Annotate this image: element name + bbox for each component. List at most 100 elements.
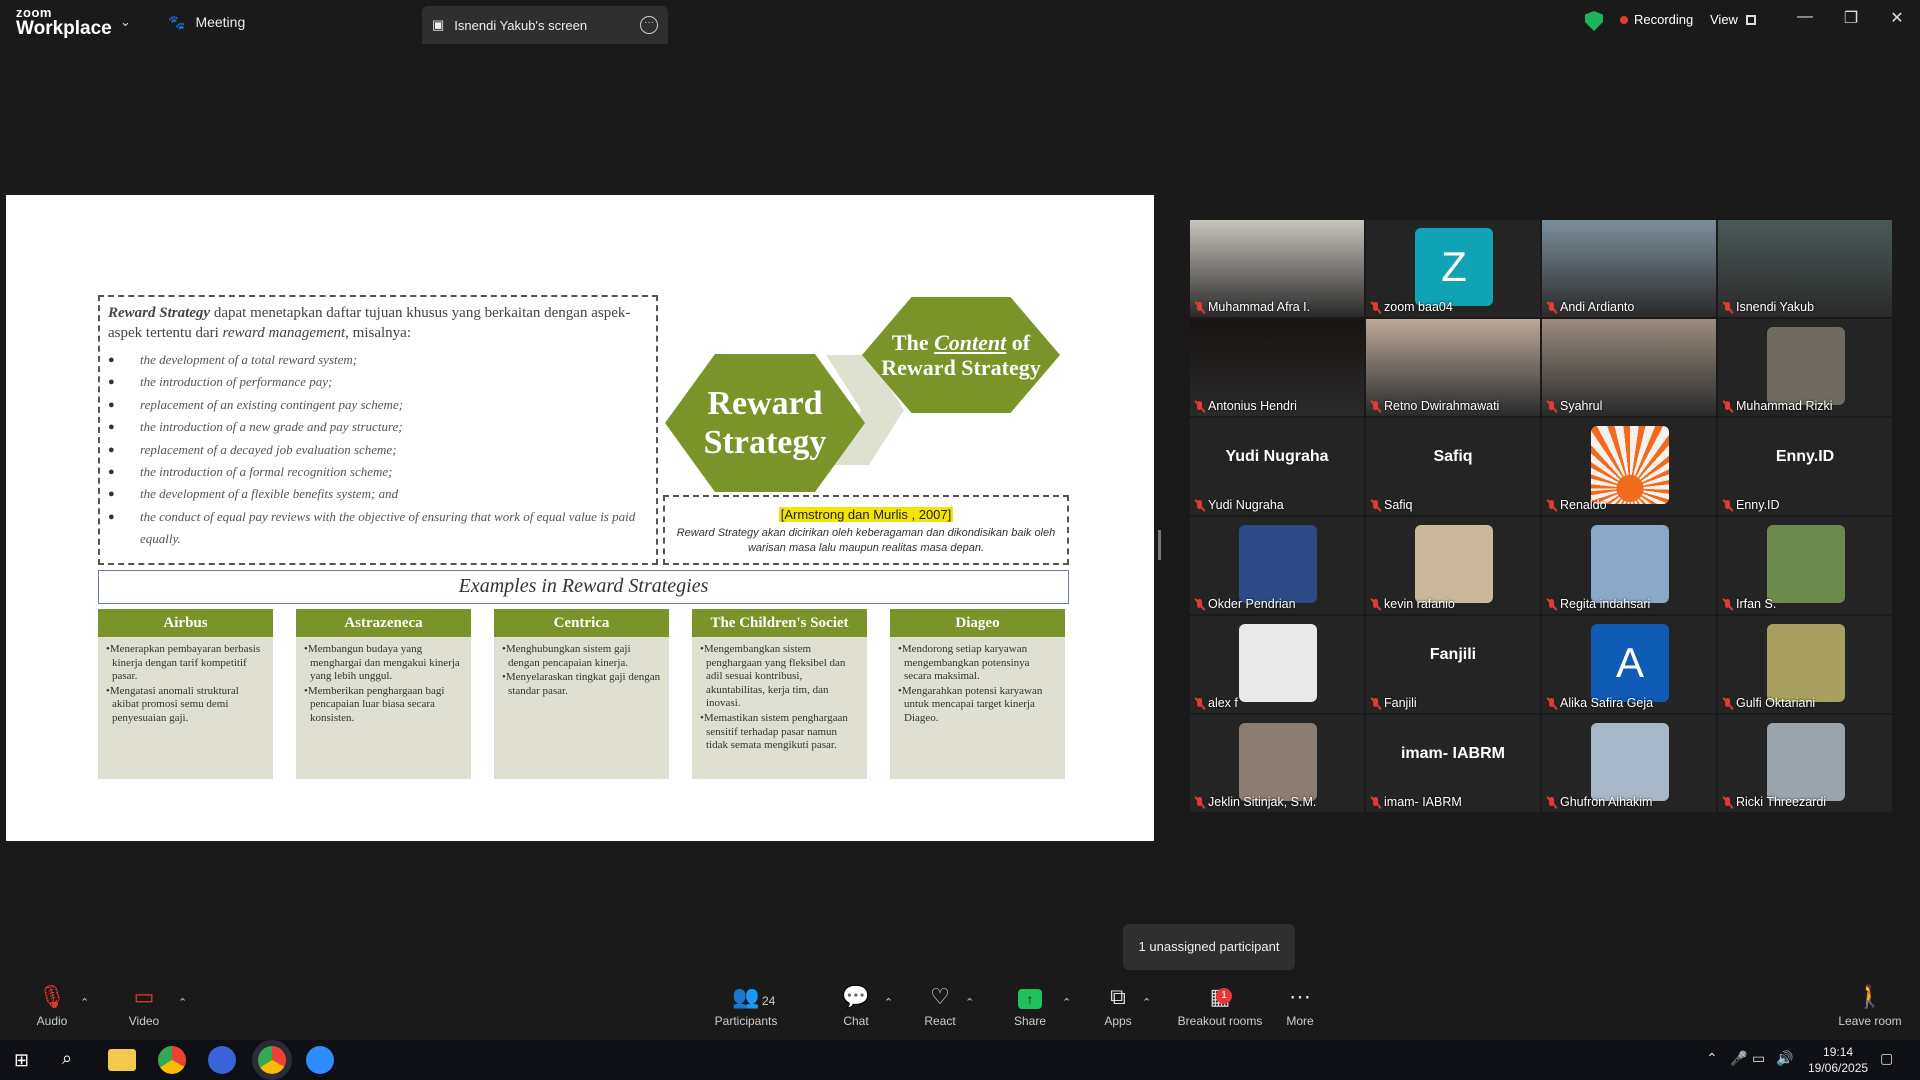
participant-tile[interactable]: Safiq Safiq [1366, 418, 1540, 515]
chrome-icon[interactable] [158, 1046, 186, 1074]
participant-tile[interactable]: Syahrul [1542, 319, 1716, 416]
participant-tile[interactable]: Isnendi Yakub [1718, 220, 1892, 317]
chevron-down-icon[interactable]: ⌄ [120, 14, 131, 30]
column-item: •Memberikan penghargaan bagi pencapaian … [304, 684, 445, 724]
column-item: •Menyelaraskan tingkat gaji dengan stand… [502, 671, 661, 697]
tab-meeting-label: Meeting [195, 14, 246, 30]
list-item: replacement of a decayed job evaluation … [108, 439, 648, 462]
tab-shared-screen[interactable]: ▣ Isnendi Yakub's screen ··· [422, 6, 668, 44]
participant-tile[interactable]: Ricki Threezardi [1718, 715, 1892, 812]
participant-tile[interactable]: Okder Pendrian [1190, 517, 1364, 614]
security-shield-icon[interactable] [1585, 11, 1603, 31]
participant-tile[interactable]: Antonius Hendri [1190, 319, 1364, 416]
restore-icon[interactable]: ❐ [1836, 8, 1866, 28]
participants-count: 24 [762, 994, 776, 1008]
participant-display-name: Safiq [1433, 448, 1473, 465]
participant-avatar [1591, 723, 1669, 801]
more-options-icon[interactable]: ··· [640, 16, 658, 34]
participant-name-label: Muhammad Rizki [1722, 399, 1833, 413]
participant-tile[interactable]: Yudi Nugraha Yudi Nugraha [1190, 418, 1364, 515]
video-options-caret[interactable]: ⌃ [178, 996, 187, 1009]
network-icon[interactable]: ▭ [1752, 1050, 1765, 1067]
participant-tile[interactable]: Jeklin Sitinjak, S.M. [1190, 715, 1364, 812]
microphone-muted-icon [1546, 598, 1557, 611]
participant-tile[interactable]: imam- IABRM imam- IABRM [1366, 715, 1540, 812]
participant-name-label: alex f [1194, 696, 1238, 710]
participant-tile[interactable]: A Alika Safira Geja [1542, 616, 1716, 713]
participant-tile[interactable]: Regita indahsari [1542, 517, 1716, 614]
participant-avatar [1239, 624, 1317, 702]
chat-button[interactable]: 💬 Chat [816, 982, 896, 1040]
participant-avatar [1591, 525, 1669, 603]
participant-name: kevin rafanio [1384, 597, 1455, 611]
minimize-icon[interactable]: — [1790, 8, 1820, 26]
participant-name-label: Irfan S. [1722, 597, 1776, 611]
participant-name: Ghufron Alhakim [1560, 795, 1653, 809]
react-options-caret[interactable]: ⌃ [965, 996, 974, 1009]
participant-tile[interactable]: Enny.ID Enny.ID [1718, 418, 1892, 515]
apps-options-caret[interactable]: ⌃ [1142, 996, 1151, 1009]
participant-tile[interactable]: Retno Dwirahmawati [1366, 319, 1540, 416]
tray-chevron-icon[interactable]: ⌃ [1706, 1050, 1718, 1067]
resize-handle[interactable] [1158, 530, 1161, 560]
audio-options-caret[interactable]: ⌃ [80, 996, 89, 1009]
list-item: the development of a total reward system… [108, 349, 648, 372]
microphone-muted-icon [1370, 796, 1381, 809]
participant-avatar: A [1591, 624, 1669, 702]
view-button[interactable]: View [1710, 12, 1756, 27]
zoom-app-icon[interactable] [306, 1046, 334, 1074]
citation-description: Reward Strategy akan dicirikan oleh kebe… [676, 527, 1056, 554]
microphone-muted-icon [1546, 697, 1557, 710]
participants-label: Participants [714, 1014, 778, 1028]
participant-tile[interactable]: Renaldo [1542, 418, 1716, 515]
tab-screen-label: Isnendi Yakub's screen [454, 17, 588, 33]
breakout-label: Breakout rooms [1177, 1014, 1263, 1028]
windows-start-icon[interactable]: ⊞ [14, 1050, 29, 1071]
participant-tile[interactable]: kevin rafanio [1366, 517, 1540, 614]
apps-button[interactable]: ⧉ Apps [1078, 982, 1158, 1040]
os-taskbar: ⊞ ⌕ ⌃ 🎤 ▭ 🔊 19:14 19/06/2025 ▢ [0, 1040, 1920, 1080]
chat-options-caret[interactable]: ⌃ [884, 996, 893, 1009]
participant-tile[interactable]: Fanjili Fanjili [1366, 616, 1540, 713]
close-icon[interactable]: ✕ [1882, 8, 1912, 28]
participant-name-label: Renaldo [1546, 498, 1607, 512]
tab-meeting[interactable]: 🐾 Meeting [168, 0, 245, 44]
participant-tile[interactable]: Zzoom baa04 [1366, 220, 1540, 317]
microphone-muted-icon [1370, 598, 1381, 611]
user-avatar-icon: ▣ [432, 17, 445, 32]
react-button[interactable]: ♡ React [900, 982, 980, 1040]
share-options-caret[interactable]: ⌃ [1062, 996, 1071, 1009]
browser-icon[interactable] [208, 1046, 236, 1074]
participant-tile[interactable]: alex f [1190, 616, 1364, 713]
participant-name: Jeklin Sitinjak, S.M. [1208, 795, 1317, 809]
tray-mic-icon[interactable]: 🎤 [1730, 1050, 1747, 1067]
chrome-active-icon[interactable] [258, 1046, 286, 1074]
more-button[interactable]: ⋯ More [1260, 982, 1340, 1040]
video-button[interactable]: ▭ Video [104, 982, 184, 1040]
intro-end: , misalnya: [345, 325, 411, 341]
volume-icon[interactable]: 🔊 [1776, 1050, 1793, 1067]
recording-indicator[interactable]: Recording [1620, 12, 1693, 27]
leave-room-button[interactable]: 🚶 Leave room [1830, 982, 1910, 1040]
search-icon[interactable]: ⌕ [62, 1048, 72, 1069]
participant-gallery: Muhammad Afra I. Zzoom baa04 Andi Ardianto… [1190, 220, 1896, 816]
share-button[interactable]: ↑ Share [990, 982, 1070, 1040]
file-explorer-icon[interactable] [108, 1049, 136, 1071]
participant-tile[interactable]: Andi Ardianto [1542, 220, 1716, 317]
participant-name-label: Jeklin Sitinjak, S.M. [1194, 795, 1316, 809]
participant-tile[interactable]: Muhammad Rizki [1718, 319, 1892, 416]
audio-button[interactable]: 🎙 Audio [12, 982, 92, 1040]
participant-tile[interactable]: Irfan S. [1718, 517, 1892, 614]
participant-tile[interactable]: Gulfi Oktariani [1718, 616, 1892, 713]
participant-name-label: Isnendi Yakub [1722, 300, 1814, 314]
participant-tile[interactable]: Muhammad Afra I. [1190, 220, 1364, 317]
microphone-muted-icon [1194, 598, 1205, 611]
system-clock[interactable]: 19:14 19/06/2025 [1808, 1044, 1868, 1076]
objective-list: the development of a total reward system… [108, 349, 648, 551]
participants-button[interactable]: 👥 Participants [706, 982, 786, 1040]
participant-tile[interactable]: Ghufron Alhakim [1542, 715, 1716, 812]
participant-name: zoom baa04 [1384, 300, 1453, 314]
notifications-icon[interactable]: ▢ [1880, 1050, 1893, 1067]
participant-name-label: Gulfi Oktariani [1722, 696, 1815, 710]
participant-name: Yudi Nugraha [1208, 498, 1284, 512]
